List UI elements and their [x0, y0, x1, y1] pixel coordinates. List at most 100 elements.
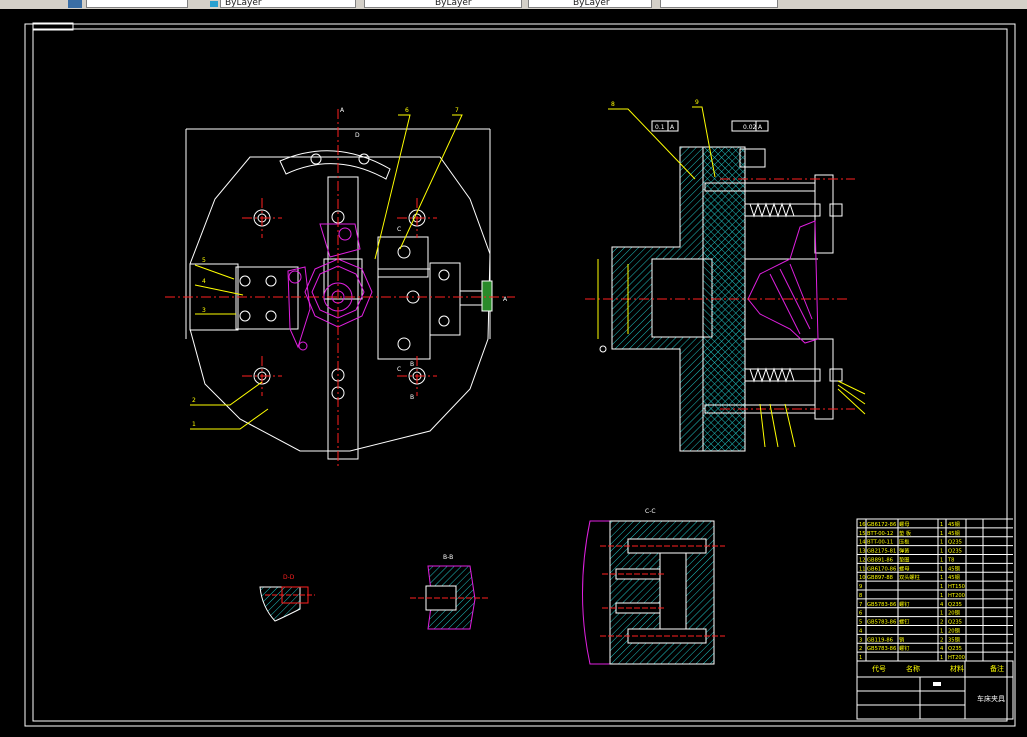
plotstyle-selector[interactable]: [660, 0, 778, 8]
bom-cell: GB891-86: [867, 557, 893, 563]
callout-1: 1: [192, 421, 196, 428]
section-bb-view: B-B: [410, 554, 490, 630]
bom-cell: 双头螺柱: [899, 573, 920, 581]
bom-cell: HT200: [948, 655, 965, 661]
bom-cell: Q235: [948, 549, 962, 555]
bom-cell: Q235: [948, 646, 962, 652]
title-block: 代号 名称 材料 备注 车床夹具: [856, 660, 1014, 720]
bom-cell: 螺母: [899, 564, 909, 572]
bom-cell: 2: [859, 646, 862, 652]
bom-cell: 销: [899, 635, 904, 643]
layer-icon[interactable]: [68, 0, 82, 8]
bom-cell: 4: [859, 628, 863, 634]
callout-6: 6: [405, 107, 409, 114]
bom-cell: 1: [940, 531, 943, 537]
bom-cell: 16: [859, 522, 866, 528]
bom-cell: 垫 板: [899, 529, 912, 537]
bom-cell: 1: [940, 575, 943, 581]
bom-cell: 1: [940, 549, 943, 555]
bom-table: 16 GB6172-86 螺母 1 45钢15 BTT-00-12 垫 板 1 45钢14 BTT…: [856, 518, 1013, 662]
section-dd-view: D-D: [259, 574, 315, 622]
color-selector[interactable]: ByLayer: [220, 0, 356, 8]
bom-cell: 10: [859, 575, 866, 581]
bom-cell: 20钢: [948, 626, 960, 634]
bom-cell: 13: [859, 549, 866, 555]
bom-cell: 7: [859, 602, 862, 608]
header-code: 代号: [872, 664, 886, 673]
bom-cell: BTT-00-12: [867, 531, 893, 537]
bom-cell: 1: [859, 655, 862, 661]
section-mark-c-top: C: [397, 226, 401, 233]
bom-cell: 1: [940, 566, 943, 572]
bom-cell: GB5783-86: [867, 602, 896, 608]
callout-4: 4: [202, 278, 206, 285]
bom-cell: Q235: [948, 540, 962, 546]
bom-cell: GB119-86: [867, 637, 893, 643]
bom-cell: 1: [940, 557, 943, 563]
layer-selector[interactable]: [86, 0, 188, 8]
bom-cell: 3: [859, 637, 862, 643]
tolerance-value-1: 0.1: [655, 124, 665, 131]
lineweight-selector[interactable]: ByLayer: [528, 0, 652, 8]
bom-cell: 1: [940, 628, 943, 634]
section-mark-b-top: B: [410, 361, 414, 368]
bom-cell: 螺钉: [899, 600, 909, 608]
bom-cell: GB5783-86: [867, 620, 896, 626]
header-remark: 备注: [990, 664, 1004, 673]
side-section-view: 0.1 A 0.02 A 8 9: [585, 99, 866, 452]
bom-cell: 4: [940, 602, 944, 608]
bom-cell: HT150: [948, 584, 965, 590]
bom-cell: 螺钉: [899, 644, 909, 652]
bom-cell: 8: [859, 593, 862, 599]
bom-cell: 1: [940, 655, 943, 661]
callout-2: 2: [192, 397, 196, 404]
header-material: 材料: [950, 664, 964, 673]
bom-cell: 螺钉: [899, 618, 909, 626]
bom-cell: 9: [859, 584, 862, 590]
section-mark-b-bottom: B: [410, 394, 414, 401]
bom-cell: 垫圈: [899, 555, 909, 563]
properties-toolbar: ByLayer ByLayer ByLayer: [0, 0, 1027, 9]
bom-cell: 45钢: [948, 529, 960, 537]
bom-cell: 1: [940, 611, 943, 617]
tolerance-datum-1: A: [670, 124, 675, 131]
bom-cell: 35钢: [948, 635, 960, 643]
bom-cell: GB6172-86: [867, 522, 896, 528]
bom-cell: 弹簧: [899, 547, 909, 555]
bom-cell: 5: [859, 620, 862, 626]
drawing-name: 车床夹具: [977, 694, 1005, 703]
callout-7: 7: [455, 107, 459, 114]
bom-cell: 45钢: [948, 520, 960, 528]
callout-9: 9: [695, 99, 699, 106]
bom-cell: 12: [859, 557, 866, 563]
bom-cell: GB5783-86: [867, 646, 896, 652]
drawing-canvas[interactable]: 5 4 3 2 1 6 7 A D C C B B A 0.1 A 0.02 A…: [0, 9, 1027, 733]
view-cc-title: C-C: [645, 508, 656, 515]
bom-cell: 压板: [899, 538, 910, 546]
bom-cell: 1: [940, 593, 943, 599]
bom-cell: GB2175-81: [867, 549, 896, 555]
bom-cell: 20钢: [948, 609, 960, 617]
bom-cell: 14: [859, 540, 866, 546]
linetype-selector[interactable]: ByLayer: [364, 0, 522, 8]
bom-cell: 螺母: [899, 520, 909, 528]
callout-8: 8: [611, 101, 615, 108]
bom-cell: 45钢: [948, 573, 960, 581]
callout-3: 3: [202, 307, 206, 314]
bom-cell: Q235: [948, 602, 962, 608]
bom-cell: 1: [940, 584, 943, 590]
bom-cell: 2: [940, 620, 943, 626]
bom-cell: HT200: [948, 593, 965, 599]
bom-cell: 1: [940, 540, 943, 546]
bom-cell: 45钢: [948, 564, 960, 572]
main-front-view: 5 4 3 2 1 6 7 A D C C B B A: [165, 107, 515, 469]
bom-cell: 1: [940, 522, 943, 528]
section-cc-view: C-C: [582, 508, 725, 665]
drawing-frame: [32, 28, 1008, 722]
bom-cell: 2: [940, 637, 943, 643]
bom-cell: Q235: [948, 620, 962, 626]
view-bb-title: B-B: [443, 554, 453, 561]
bom-cell: T8: [947, 557, 954, 563]
tolerance-value-2: 0.02: [743, 124, 757, 131]
section-mark-d: D: [355, 132, 360, 139]
